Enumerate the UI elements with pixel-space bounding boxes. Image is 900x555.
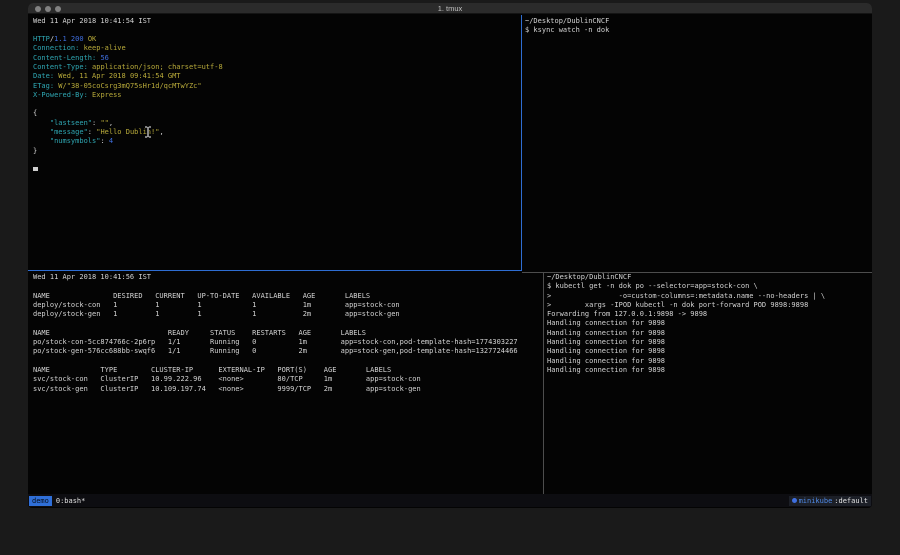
terminal-line: Handling connection for 9898 xyxy=(547,329,872,338)
terminal-line: $ ksync watch -n dok xyxy=(525,26,872,35)
terminal-line: ETag: W/"38-05coCsrg3mQ75sHr1d/qcMTwYZc" xyxy=(33,82,520,91)
pane-divider-horizontal-inactive[interactable] xyxy=(522,272,872,273)
terminal-line: Content-Type: application/json; charset=… xyxy=(33,63,520,72)
terminal-line xyxy=(33,357,542,366)
terminal-line: Date: Wed, 11 Apr 2018 09:41:54 GMT xyxy=(33,72,520,81)
terminal-line: Handling connection for 9898 xyxy=(547,366,872,375)
kube-status: minikube :default xyxy=(789,496,871,506)
tmux-terminal: Wed 11 Apr 2018 10:41:54 IST HTTP/1.1 20… xyxy=(28,15,872,494)
pane-bottom-left-kubectl-get[interactable]: Wed 11 Apr 2018 10:41:56 IST NAME DESIRE… xyxy=(28,272,542,494)
kube-context: minikube xyxy=(799,497,833,505)
terminal-line xyxy=(33,282,542,291)
terminal-line: > xargs -IPOD kubectl -n dok port-forwar… xyxy=(547,301,872,310)
terminal-line: > -o=custom-columns=:metadata.name --no-… xyxy=(547,292,872,301)
terminal-line: Handling connection for 9898 xyxy=(547,357,872,366)
pane-divider-horizontal-active[interactable] xyxy=(28,270,522,272)
kube-namespace: :default xyxy=(834,497,868,505)
mouse-cursor-icon xyxy=(144,126,152,141)
pane-top-left-http-response[interactable]: Wed 11 Apr 2018 10:41:54 IST HTTP/1.1 20… xyxy=(28,15,520,269)
terminal-line: X-Powered-By: Express xyxy=(33,91,520,100)
terminal-line: Handling connection for 9898 xyxy=(547,338,872,347)
session-name-badge[interactable]: demo xyxy=(29,496,52,506)
terminal-line: "lastseen": "", xyxy=(33,119,520,128)
terminal-line: Handling connection for 9898 xyxy=(547,347,872,356)
terminal-line: Handling connection for 9898 xyxy=(547,319,872,328)
helm-icon xyxy=(792,498,797,503)
terminal-line: po/stock-gen-576cc688bb-swqf6 1/1 Runnin… xyxy=(33,347,542,356)
terminal-line: ~/Desktop/DublinCNCF xyxy=(525,17,872,26)
window-list-item[interactable]: 0:bash* xyxy=(56,497,86,505)
terminal-line: Content-Length: 56 xyxy=(33,54,520,63)
terminal-line: Connection: keep-alive xyxy=(33,44,520,53)
terminal-line: Wed 11 Apr 2018 10:41:56 IST xyxy=(33,273,542,282)
terminal-window[interactable]: 1. tmux Wed 11 Apr 2018 10:41:54 IST HTT… xyxy=(28,3,872,508)
terminal-line: NAME DESIRED CURRENT UP-TO-DATE AVAILABL… xyxy=(33,292,542,301)
terminal-line: } xyxy=(33,147,520,156)
tmux-status-bar: demo 0:bash* minikube :default xyxy=(28,494,872,507)
terminal-line xyxy=(33,156,520,165)
terminal-line: NAME READY STATUS RESTARTS AGE LABELS xyxy=(33,329,542,338)
terminal-line: "numsymbols": 4 xyxy=(33,137,520,146)
desktop: 1. tmux Wed 11 Apr 2018 10:41:54 IST HTT… xyxy=(0,0,900,555)
terminal-line: { xyxy=(33,109,520,118)
pane-bottom-right-port-forward[interactable]: ~/Desktop/DublinCNCF$ kubectl get -n dok… xyxy=(545,272,872,494)
pane-divider-vertical-inactive[interactable] xyxy=(543,273,544,494)
terminal-line: "message": "Hello Dublin!", xyxy=(33,128,520,137)
terminal-line: deploy/stock-con 1 1 1 1 1m app=stock-co… xyxy=(33,301,542,310)
terminal-line: svc/stock-con ClusterIP 10.99.222.96 <no… xyxy=(33,375,542,384)
window-title: 1. tmux xyxy=(28,4,872,13)
terminal-line: po/stock-con-5cc874766c-2p6rp 1/1 Runnin… xyxy=(33,338,542,347)
terminal-line: NAME TYPE CLUSTER-IP EXTERNAL-IP PORT(S)… xyxy=(33,366,542,375)
terminal-line: Wed 11 Apr 2018 10:41:54 IST xyxy=(33,17,520,26)
terminal-line: $ kubectl get -n dok po --selector=app=s… xyxy=(547,282,872,291)
shell-cursor xyxy=(33,167,38,171)
pane-top-right-ksync[interactable]: ~/Desktop/DublinCNCF$ ksync watch -n dok xyxy=(524,15,872,269)
terminal-line: svc/stock-gen ClusterIP 10.109.197.74 <n… xyxy=(33,385,542,394)
window-titlebar[interactable]: 1. tmux xyxy=(28,3,872,14)
terminal-line: HTTP/1.1 200 OK xyxy=(33,35,520,44)
terminal-line xyxy=(33,319,542,328)
terminal-line xyxy=(33,26,520,35)
terminal-line xyxy=(33,100,520,109)
terminal-line: ~/Desktop/DublinCNCF xyxy=(547,273,872,282)
pane-divider-vertical-active[interactable] xyxy=(521,15,523,271)
terminal-line: deploy/stock-gen 1 1 1 1 2m app=stock-ge… xyxy=(33,310,542,319)
terminal-line: Forwarding from 127.0.0.1:9898 -> 9898 xyxy=(547,310,872,319)
